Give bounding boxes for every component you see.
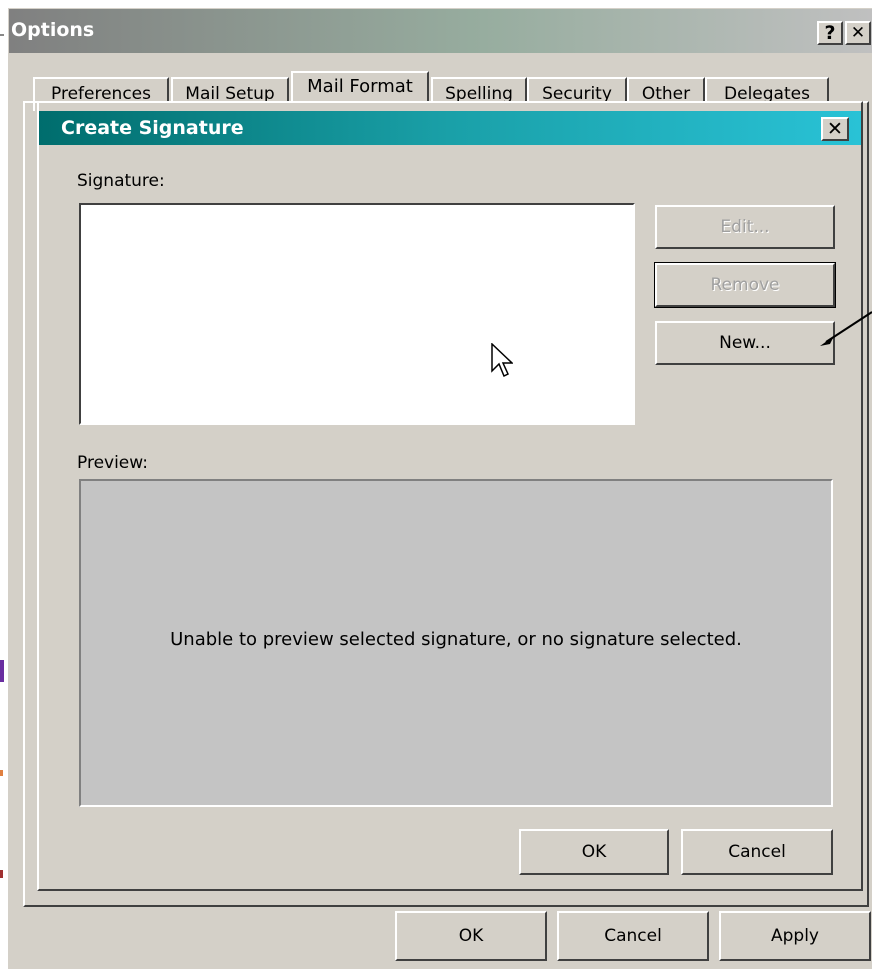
annotation-arrow-icon bbox=[820, 311, 872, 346]
preview-box: Unable to preview selected signature, or… bbox=[79, 479, 833, 807]
mouse-cursor-icon bbox=[491, 343, 513, 378]
signature-label: Signature: bbox=[77, 171, 165, 191]
options-ok-button[interactable]: OK bbox=[395, 911, 547, 961]
create-signature-title: Create Signature bbox=[61, 117, 244, 139]
create-signature-titlebar[interactable]: Create Signature ✕ bbox=[39, 111, 861, 145]
edge-mark bbox=[0, 34, 4, 36]
dialog-cancel-button[interactable]: Cancel bbox=[681, 829, 833, 875]
create-signature-dialog: Create Signature ✕ Signature: Edit... Re… bbox=[37, 101, 863, 891]
options-cancel-button[interactable]: Cancel bbox=[557, 911, 709, 961]
edge-mark bbox=[0, 770, 3, 776]
dialog-ok-button[interactable]: OK bbox=[519, 829, 669, 875]
options-window: Options ? ✕ Preferences Mail Setup Mail … bbox=[8, 8, 872, 969]
remove-button[interactable]: Remove bbox=[654, 262, 836, 308]
preview-label: Preview: bbox=[77, 453, 148, 473]
edit-button[interactable]: Edit... bbox=[655, 205, 835, 249]
edge-mark bbox=[0, 660, 4, 682]
dialog-close-button[interactable]: ✕ bbox=[821, 117, 849, 141]
edge-mark bbox=[0, 870, 3, 878]
help-button[interactable]: ? bbox=[817, 21, 843, 45]
close-button[interactable]: ✕ bbox=[845, 21, 871, 45]
options-titlebar[interactable]: Options ? ✕ bbox=[9, 9, 872, 53]
options-apply-button[interactable]: Apply bbox=[719, 911, 871, 961]
new-button[interactable]: New... bbox=[655, 321, 835, 365]
signature-list[interactable] bbox=[79, 203, 635, 425]
options-title: Options bbox=[11, 19, 95, 41]
preview-message: Unable to preview selected signature, or… bbox=[170, 629, 742, 650]
background-edge bbox=[0, 0, 6, 968]
